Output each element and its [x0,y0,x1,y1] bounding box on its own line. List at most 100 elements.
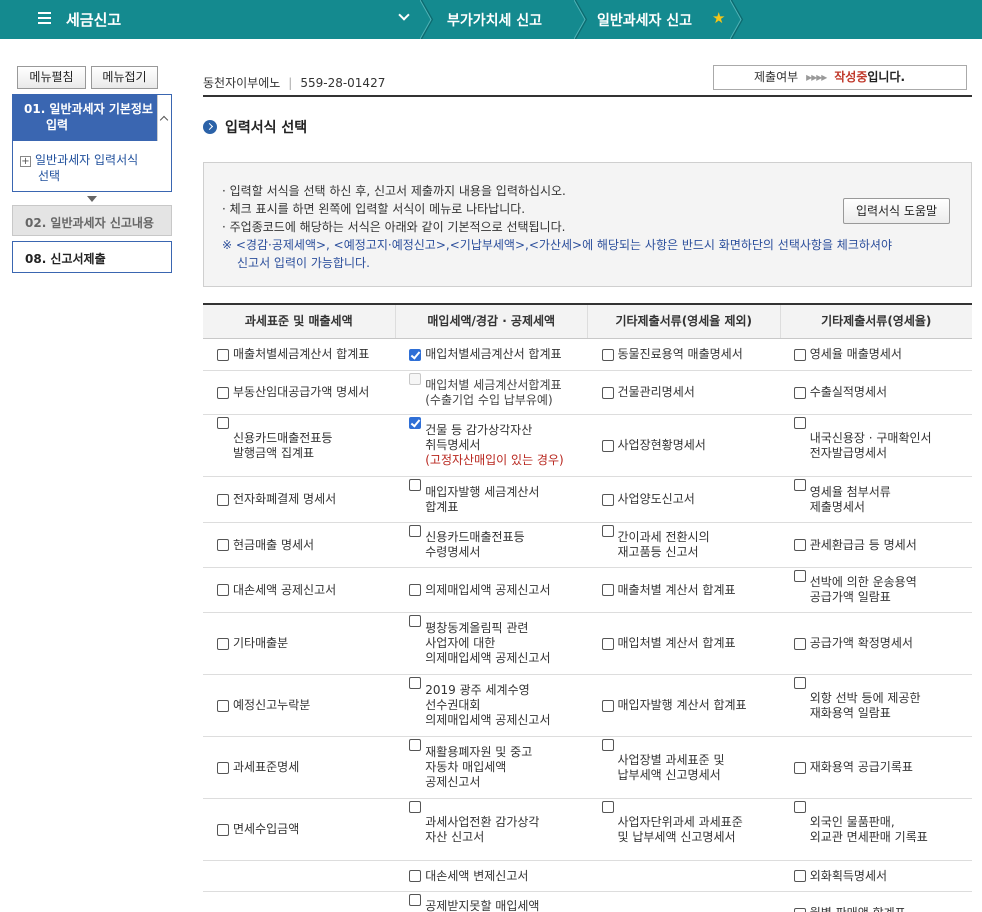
form-checkbox[interactable] [409,894,422,906]
form-checkbox[interactable] [793,907,806,912]
form-checkbox[interactable] [409,348,422,361]
form-checkbox[interactable] [601,699,614,712]
form-checkbox[interactable] [217,637,229,650]
form-label[interactable]: 내국신용장 · 구매확인서 전자발급명세서 [810,431,932,461]
form-label[interactable]: 기타매출분 [233,636,288,651]
form-label[interactable]: 매입자발행 계산서 합계표 [618,698,747,713]
form-checkbox[interactable] [217,539,229,551]
form-label[interactable]: 재활용폐자원 및 중고 자동차 매입세액 공제신고서 [425,745,532,790]
form-checkbox[interactable] [793,637,806,650]
form-checkbox[interactable] [793,479,806,491]
form-label[interactable]: 매출처별 계산서 합계표 [618,583,736,598]
form-checkbox[interactable] [217,761,229,774]
form-label[interactable]: 외화획득명세서 [810,869,887,884]
form-label[interactable]: 과세사업전환 감가상각 자산 신고서 [425,815,539,845]
form-label[interactable]: 사업장별 과세표준 및 납부세액 신고명세서 [618,753,725,783]
step1-sub-item[interactable]: + 일반과세자 입력서식 선택 [20,152,168,184]
form-label[interactable]: 수출실적명세서 [810,385,887,400]
form-label[interactable]: 부동산임대공급가액 명세서 [233,385,369,400]
form-checkbox[interactable] [793,348,806,361]
form-label[interactable]: 건물 등 감가상각자산 취득명세서 (고정자산매입이 있는 경우) [425,423,563,468]
form-checkbox[interactable] [793,570,806,582]
form-label[interactable]: 신용카드매출전표등 발행금액 집계표 [233,431,332,461]
step1-scrollbar[interactable] [157,95,171,141]
step1-title[interactable]: 01. 일반과세자 기본정보 입력 [13,95,158,141]
form-label[interactable]: 사업자단위과세 과세표준 및 납부세액 신고명세서 [618,815,743,845]
form-label[interactable]: 2019 광주 세계수영 선수권대회 의제매입세액 공제신고서 [425,683,550,728]
app-title[interactable]: 세금신고 [66,9,121,30]
form-checkbox[interactable] [601,584,614,596]
form-label[interactable]: 현금매출 명세서 [233,538,314,553]
form-checkbox[interactable] [793,761,806,774]
menu-expand-button[interactable]: 메뉴펼침 [17,66,86,89]
form-label[interactable]: 매입처별 세금계산서합계표 (수출기업 수입 납부유예) [425,378,561,408]
expand-plus-icon[interactable]: + [20,156,31,167]
form-checkbox[interactable] [217,699,229,712]
form-help-button[interactable]: 입력서식 도움말 [843,198,950,224]
form-label[interactable]: 외항 선박 등에 제공한 재화용역 일람표 [810,691,921,721]
form-label[interactable]: 관세환급금 등 명세서 [810,538,917,553]
form-label[interactable]: 의제매입세액 공제신고서 [425,583,550,598]
form-label[interactable]: 매입자발행 세금계산서 합계표 [425,485,539,515]
form-checkbox[interactable] [409,677,422,689]
form-checkbox[interactable] [793,677,806,689]
step2-report-content[interactable]: 02. 일반과세자 신고내용 [12,205,172,236]
form-label[interactable]: 매입처별세금계산서 합계표 [425,347,561,362]
hamburger-menu-icon[interactable] [38,12,51,25]
form-checkbox[interactable] [793,386,806,399]
form-checkbox[interactable] [601,739,614,751]
form-checkbox[interactable] [601,493,614,506]
form-label[interactable]: 영세율 첨부서류 제출명세서 [810,485,891,515]
form-label[interactable]: 매출처별세금계산서 합계표 [233,347,369,362]
form-label[interactable]: 건물관리명세서 [618,385,695,400]
favorite-star-icon[interactable]: ★ [712,9,725,27]
form-label[interactable]: 외국인 물품판매, 외교관 면세판매 기록표 [810,815,928,845]
form-label[interactable]: 사업장현황명세서 [618,438,706,453]
form-checkbox[interactable] [409,801,422,813]
form-checkbox[interactable] [217,584,229,596]
form-checkbox[interactable] [409,584,422,596]
form-checkbox[interactable] [601,525,614,537]
form-checkbox[interactable] [793,417,806,429]
form-label[interactable]: 선박에 의한 운송용역 공급가액 일람표 [810,575,917,605]
form-checkbox[interactable] [409,739,422,751]
form-checkbox[interactable] [601,801,614,813]
form-checkbox[interactable] [793,539,806,551]
form-checkbox[interactable] [601,386,614,399]
form-label[interactable]: 사업양도신고서 [618,492,695,507]
form-checkbox[interactable] [217,417,229,429]
form-checkbox[interactable] [409,417,422,429]
form-label[interactable]: 대손세액 공제신고서 [233,583,336,598]
form-checkbox[interactable] [409,870,422,882]
form-checkbox[interactable] [217,386,229,399]
form-checkbox[interactable] [409,479,422,491]
form-label[interactable]: 대손세액 변제신고서 [425,869,528,884]
form-checkbox[interactable] [217,493,229,506]
form-checkbox[interactable] [217,823,229,836]
breadcrumb-general-taxpayer[interactable]: 일반과세자 신고 [597,10,692,30]
form-checkbox[interactable] [217,348,229,361]
form-label[interactable]: 매입처별 계산서 합계표 [618,636,736,651]
form-label[interactable]: 재화용역 공급기록표 [810,760,913,775]
form-label[interactable]: 평창동계올림픽 관련 사업자에 대한 의제매입세액 공제신고서 [425,621,550,666]
form-label[interactable]: 간이과세 전환시의 재고품등 신고서 [618,530,710,560]
form-checkbox[interactable] [601,637,614,650]
form-label[interactable]: 전자화폐결제 명세서 [233,492,336,507]
form-label[interactable]: 월별 판매액 합계표 [810,906,906,912]
form-checkbox[interactable] [793,801,806,813]
form-checkbox[interactable] [601,439,614,452]
form-label[interactable]: 신용카드매출전표등 수령명세서 [425,530,524,560]
form-label[interactable]: 과세표준명세 [233,760,299,775]
step8-submit[interactable]: 08. 신고서제출 [12,241,172,273]
form-label[interactable]: 공제받지못할 매입세액명세서 [425,899,539,912]
form-label[interactable]: 예정신고누락분 [233,698,310,713]
form-checkbox[interactable] [601,348,614,361]
form-label[interactable]: 공급가액 확정명세서 [810,636,913,651]
form-label[interactable]: 동물진료용역 매출명세서 [618,347,743,362]
scroll-up-icon[interactable] [159,115,169,125]
breadcrumb-vat-report[interactable]: 부가가치세 신고 [447,10,542,30]
form-checkbox[interactable] [793,870,806,882]
chevron-down-icon[interactable] [398,9,410,21]
form-checkbox[interactable] [409,615,422,627]
menu-collapse-button[interactable]: 메뉴접기 [91,66,158,89]
